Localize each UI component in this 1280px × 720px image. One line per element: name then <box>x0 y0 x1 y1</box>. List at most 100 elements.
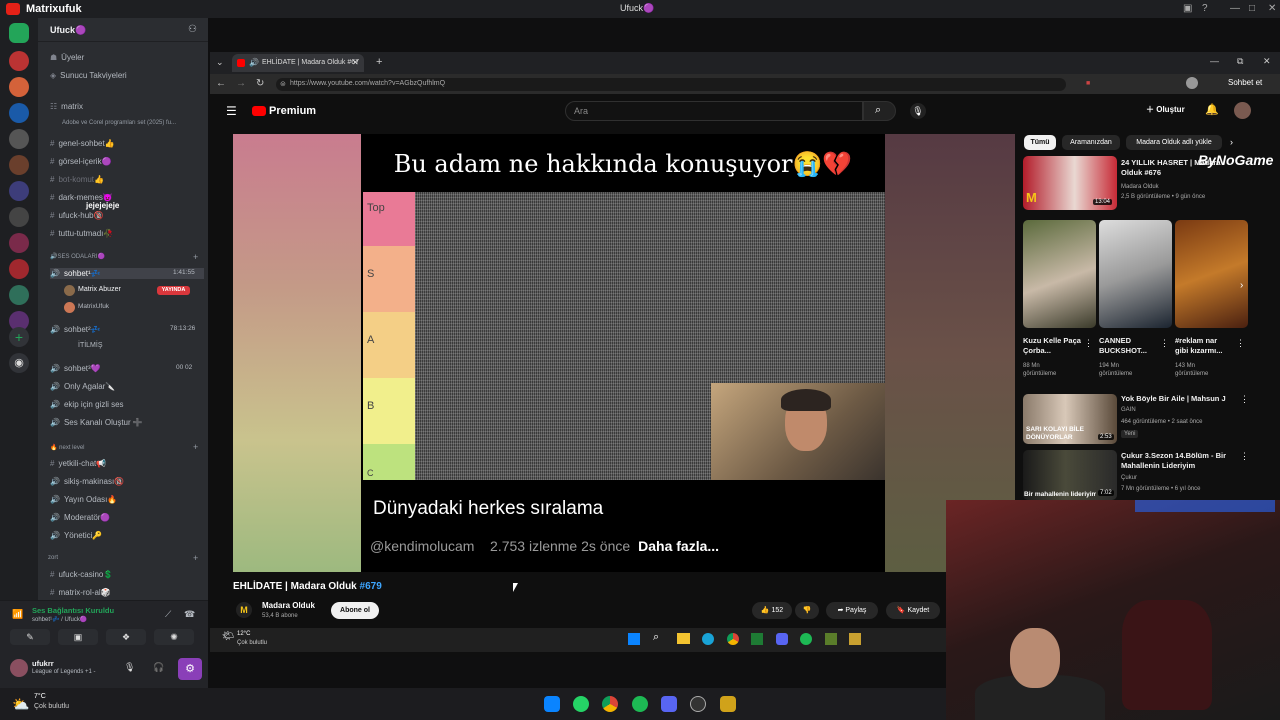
voice-channel[interactable]: 🔊 Yayın Odası🔥 <box>50 495 117 504</box>
copilot-button[interactable]: Sohbet et <box>1228 78 1262 87</box>
server-icon[interactable] <box>9 77 29 97</box>
voice-channel-sohbet3[interactable]: 🔊 sohbet³💜 00 02 <box>50 364 192 373</box>
short-thumbnail[interactable] <box>1175 220 1248 328</box>
category-next-level[interactable]: 🔥 next level <box>50 444 85 451</box>
rec-title[interactable]: Çukur 3.Sezon 14.Bölüm - Bir Mahallenin … <box>1121 451 1235 471</box>
settings-gear-icon[interactable]: ⚙ <box>178 658 202 680</box>
add-server-icon[interactable]: + <box>9 327 29 347</box>
server-icon[interactable] <box>9 103 29 123</box>
whatsapp-icon[interactable] <box>573 696 589 712</box>
browser-tab-active[interactable]: 🔊 EHLİDATE | Madara Olduk #67 ✕ <box>232 54 364 72</box>
voice-location[interactable]: sohbet¹💤 / Ufuck🟣 <box>32 616 87 623</box>
server-icon[interactable] <box>9 51 29 71</box>
xbox-icon[interactable] <box>751 633 763 645</box>
spotify-icon[interactable] <box>800 633 812 645</box>
server-icon[interactable] <box>9 181 29 201</box>
more-options-icon[interactable]: ⋮ <box>1084 338 1093 349</box>
minimize-button[interactable]: — <box>1230 3 1240 14</box>
subscribe-button[interactable]: Abone ol <box>331 602 379 619</box>
channel-ufuck-casino[interactable]: # ufuck-casino💲 <box>50 570 113 579</box>
chip-channel[interactable]: Madara Olduk adlı yükle <box>1126 135 1222 150</box>
youtube-logo-text[interactable]: Premium <box>269 105 316 117</box>
short-thumbnail[interactable] <box>1023 220 1096 328</box>
add-channel-icon[interactable]: + <box>193 442 198 452</box>
hashtag-link[interactable]: #679 <box>360 581 382 592</box>
rec-channel[interactable]: Madara Olduk <box>1121 183 1159 191</box>
minimize-button[interactable]: — <box>1210 56 1219 66</box>
close-button[interactable]: ✕ <box>1268 3 1276 14</box>
voice-user[interactable]: MatrixUfuk <box>78 303 109 310</box>
add-channel-icon[interactable]: + <box>193 553 198 563</box>
profile-avatar[interactable] <box>1186 77 1198 89</box>
edge-icon[interactable] <box>702 633 714 645</box>
voice-channel[interactable]: 🔊 Yönetici🔑 <box>50 531 102 540</box>
explore-icon[interactable]: ◉ <box>9 353 29 373</box>
category-voice-rooms[interactable]: 🔊SES ODALARI🟣 <box>50 253 105 260</box>
restore-button[interactable]: ⧉ <box>1237 56 1243 67</box>
channel-genel-sohbet[interactable]: # genel-sohbet👍 <box>50 139 115 148</box>
avatar[interactable] <box>10 659 28 677</box>
folder-icon[interactable] <box>677 633 690 644</box>
chevron-right-icon[interactable]: › <box>1240 280 1243 291</box>
activities-button[interactable]: ❖ <box>106 629 146 645</box>
voice-channel-sohbet1[interactable]: 🔊 sohbet¹💤 1:41:55 <box>50 268 204 279</box>
channel-tuttu-tutmadi[interactable]: # tuttu-tutmadı🥀 <box>50 229 113 238</box>
league-icon[interactable] <box>849 633 861 645</box>
channel-matrix-rol-al[interactable]: # matrix-rol-al🎲 <box>50 588 111 597</box>
maximize-button[interactable]: □ <box>1249 3 1255 14</box>
voice-channel[interactable]: 🔊 sikiş-makinası🔞 <box>50 477 124 486</box>
weather-icon[interactable]: ⛅ <box>12 696 29 713</box>
voice-channel[interactable]: 🔊 Moderatör🟣 <box>50 513 110 522</box>
tab-list-icon[interactable]: ⌄ <box>216 57 224 68</box>
extension-icon[interactable]: ■ <box>1086 80 1090 87</box>
disconnect-icon[interactable]: ☎ <box>184 609 195 620</box>
search-button[interactable]: ⌕ <box>863 101 896 121</box>
discord-icon[interactable] <box>661 696 677 712</box>
channel-avatar[interactable]: M <box>236 602 252 618</box>
search-input[interactable]: Ara <box>565 101 863 121</box>
channel-name[interactable]: Madara Olduk <box>262 601 315 610</box>
voice-channel-gizli[interactable]: 🔊 ekip için gizli ses <box>50 400 124 409</box>
microphone-icon[interactable]: 🎙 <box>124 662 135 673</box>
audio-icon[interactable]: 🔊 <box>249 58 259 67</box>
like-button[interactable]: 👍 152 <box>752 602 792 619</box>
discord-home-icon[interactable] <box>9 23 29 43</box>
spotify-icon[interactable] <box>632 696 648 712</box>
server-icon[interactable] <box>9 207 29 227</box>
more-options-icon[interactable]: ⋮ <box>1240 451 1249 462</box>
back-icon[interactable]: ← <box>216 78 226 89</box>
inbox-icon[interactable]: ▣ <box>1183 3 1192 14</box>
category-zort[interactable]: zort <box>48 555 58 561</box>
search-icon[interactable]: ⌕ <box>653 631 659 644</box>
noise-suppression-icon[interactable]: ⟋ <box>165 609 171 620</box>
reload-icon[interactable]: ↻ <box>256 78 264 89</box>
server-icon[interactable] <box>9 233 29 253</box>
notifications-bell-icon[interactable]: 🔔 <box>1205 103 1219 116</box>
league-icon[interactable] <box>720 696 736 712</box>
chevron-right-icon[interactable]: › <box>1230 137 1233 147</box>
channel-bot-komut[interactable]: # bot-komut👍 <box>50 175 104 184</box>
rec-channel[interactable]: Çukur <box>1121 474 1137 482</box>
channel-boosts[interactable]: ◈ Sunucu Takviyeleri <box>50 71 127 80</box>
avatar[interactable] <box>1234 102 1251 119</box>
create-button[interactable]: ＋ Oluştur <box>1146 104 1185 115</box>
server-icon[interactable] <box>9 155 29 175</box>
windows-start-icon[interactable] <box>628 633 640 645</box>
voice-user[interactable]: Matrix Abuzer <box>78 286 121 293</box>
server-header[interactable]: Ufuck🟣 ⚇ <box>38 18 208 42</box>
more-options-icon[interactable]: ⋮ <box>1236 338 1245 349</box>
forward-icon[interactable]: → <box>236 78 246 89</box>
voice-channel-only-agalar[interactable]: 🔊 Only Agalar🔪 <box>50 382 115 391</box>
share-button[interactable]: ➦ Paylaş <box>826 602 878 619</box>
more-options-icon[interactable]: ⋮ <box>1160 338 1169 349</box>
steam-icon[interactable] <box>690 696 706 712</box>
windows-start-icon[interactable] <box>544 696 560 712</box>
discord-icon[interactable] <box>776 633 788 645</box>
more-options-icon[interactable]: ⋮ <box>1240 394 1249 405</box>
headset-icon[interactable]: 🎧 <box>153 662 164 673</box>
add-channel-icon[interactable]: + <box>193 252 198 262</box>
channel-yetkili-chat[interactable]: # yetkili-chat📢 <box>50 459 106 468</box>
help-icon[interactable]: ? <box>1202 3 1208 14</box>
channel-members[interactable]: ☗ Üyeler <box>50 53 84 62</box>
server-icon[interactable] <box>9 259 29 279</box>
